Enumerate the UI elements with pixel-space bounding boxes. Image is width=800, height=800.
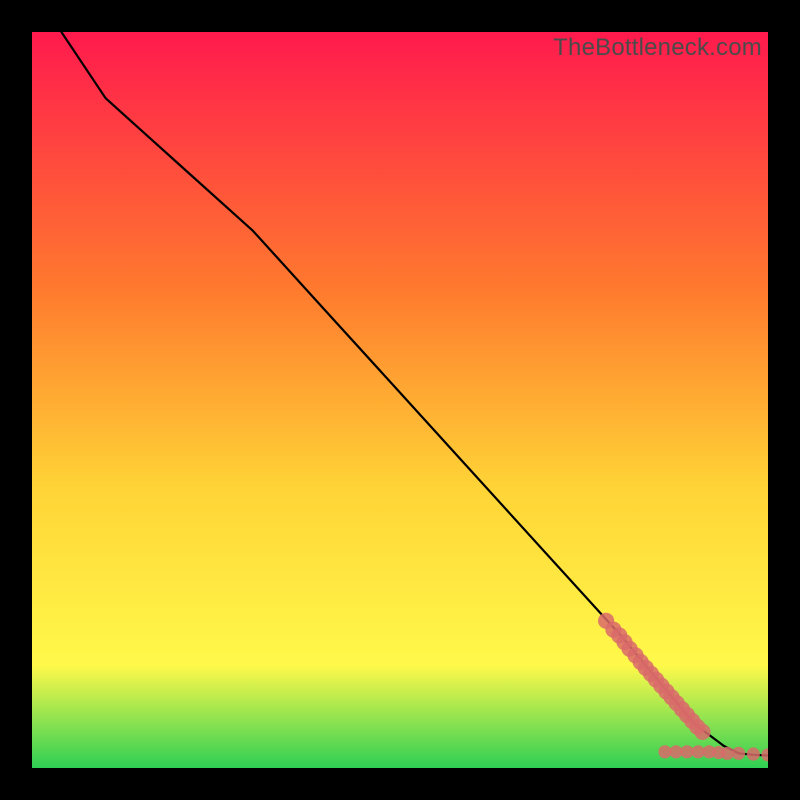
watermark-text: TheBottleneck.com <box>553 34 762 62</box>
data-point <box>694 724 710 740</box>
plot-area: TheBottleneck.com <box>32 32 768 768</box>
gradient-background <box>32 32 768 768</box>
data-point <box>732 747 745 760</box>
chart-canvas <box>32 32 768 768</box>
data-point <box>747 747 760 760</box>
chart-frame: TheBottleneck.com <box>0 0 800 800</box>
